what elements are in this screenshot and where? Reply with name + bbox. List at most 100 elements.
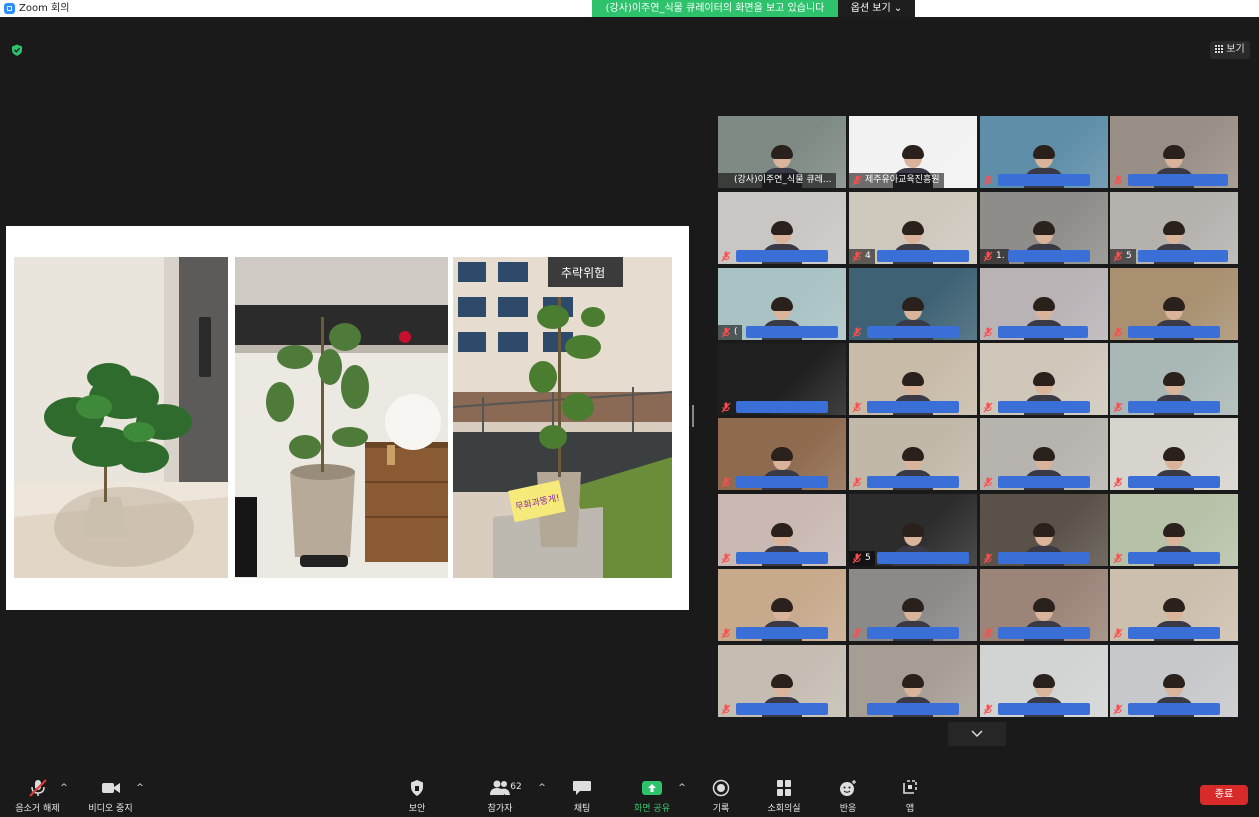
- muted-microphone-icon: [852, 251, 862, 262]
- share-options-caret[interactable]: ^: [678, 783, 686, 793]
- participant-name: (강사)이주연_식물 큐레...: [718, 173, 836, 188]
- muted-microphone-icon: [1113, 704, 1123, 715]
- share-screen-up-arrow-icon: [642, 781, 662, 795]
- muted-microphone-icon: [721, 327, 731, 338]
- participant-tile[interactable]: [718, 192, 846, 264]
- participant-tile[interactable]: 제주유아교육진흥원: [849, 116, 977, 188]
- redacted-name-bar: [867, 703, 959, 715]
- participants-options-caret[interactable]: ^: [538, 783, 546, 793]
- record-button[interactable]: 기록: [701, 771, 741, 817]
- breakout-label: 소회의실: [767, 804, 801, 814]
- participant-name: 제주유아교육진흥원: [849, 173, 944, 188]
- muted-microphone-icon: [983, 704, 993, 715]
- participant-tile[interactable]: [980, 343, 1108, 415]
- share-label: 화면 공유: [634, 804, 670, 814]
- smiley-plus-icon: [840, 780, 856, 796]
- redacted-name-bar: [1128, 627, 1220, 639]
- participant-tile[interactable]: [849, 268, 977, 340]
- participant-tile[interactable]: [718, 494, 846, 566]
- gallery-next-page-button[interactable]: [948, 722, 1006, 746]
- muted-microphone-icon: [1113, 327, 1123, 338]
- chat-button[interactable]: 채팅: [562, 771, 602, 817]
- redacted-name-bar: [1128, 174, 1228, 186]
- security-label: 보안: [408, 804, 426, 814]
- video-options-caret[interactable]: ^: [136, 783, 144, 793]
- panel-resize-handle[interactable]: [692, 405, 694, 427]
- stop-video-button[interactable]: 비디오 중지: [83, 771, 138, 817]
- end-meeting-button[interactable]: 종료: [1200, 785, 1248, 805]
- participant-tile[interactable]: [980, 645, 1108, 717]
- participant-tile[interactable]: [1110, 645, 1238, 717]
- redacted-name-bar: [1128, 326, 1220, 338]
- participant-tile[interactable]: (: [718, 268, 846, 340]
- redacted-name-bar: [877, 552, 969, 564]
- muted-microphone-icon: [1113, 251, 1123, 262]
- participant-tile[interactable]: [980, 418, 1108, 490]
- muted-microphone-icon: [983, 477, 993, 488]
- shield-icon: [411, 780, 423, 796]
- participant-tile[interactable]: [1110, 494, 1238, 566]
- redacted-name-bar: [1128, 703, 1220, 715]
- chevron-down-icon: [971, 730, 983, 738]
- participant-tile[interactable]: 4: [849, 192, 977, 264]
- audio-options-caret[interactable]: ^: [60, 783, 68, 793]
- participant-tile[interactable]: [1110, 569, 1238, 641]
- muted-microphone-icon: [721, 704, 731, 715]
- participant-tile[interactable]: [1110, 418, 1238, 490]
- participant-tile[interactable]: 5: [849, 494, 977, 566]
- apps-button[interactable]: 앱: [890, 771, 930, 817]
- participant-tile[interactable]: [1110, 116, 1238, 188]
- participants-label: 참가자: [487, 804, 513, 814]
- participant-tile[interactable]: 5: [1110, 192, 1238, 264]
- participant-tile[interactable]: [980, 569, 1108, 641]
- participant-tile[interactable]: [1110, 343, 1238, 415]
- participant-tile[interactable]: [718, 645, 846, 717]
- participant-tile[interactable]: [980, 116, 1108, 188]
- redacted-name-bar: [746, 326, 838, 338]
- muted-microphone-icon: [852, 327, 862, 338]
- redacted-name-bar: [736, 703, 828, 715]
- meeting-toolbar: 음소거 해제 ^ 비디오 중지 ^ 보안 참가자 62 ^ 채팅 화면 공유 ^…: [0, 771, 1259, 817]
- muted-microphone-icon: [852, 553, 862, 564]
- video-camera-icon: [101, 783, 120, 793]
- mute-button[interactable]: 음소거 해제: [10, 771, 65, 817]
- participant-gallery: (강사)이주연_식물 큐레... 제주유아교육진흥원 4 1. 5(5: [718, 116, 1238, 718]
- plant-photo-3: 추락위험 무화과뚱게!: [453, 257, 672, 578]
- participant-tile[interactable]: (강사)이주연_식물 큐레...: [718, 116, 846, 188]
- participant-tile[interactable]: [849, 343, 977, 415]
- muted-microphone-icon: [983, 327, 993, 338]
- participant-tile[interactable]: [849, 645, 977, 717]
- muted-microphone-icon: [983, 175, 993, 186]
- participant-tile[interactable]: [1110, 268, 1238, 340]
- redacted-name-bar: [998, 476, 1090, 488]
- redacted-name-bar: [867, 476, 959, 488]
- record-icon: [712, 779, 730, 797]
- mute-label: 음소거 해제: [15, 804, 60, 814]
- participant-tile[interactable]: [718, 418, 846, 490]
- participant-tile[interactable]: [849, 418, 977, 490]
- participant-tile[interactable]: [718, 569, 846, 641]
- muted-microphone-icon: [1113, 628, 1123, 639]
- participant-tile[interactable]: [980, 268, 1108, 340]
- redacted-name-bar: [736, 476, 828, 488]
- participants-button[interactable]: 참가자: [478, 771, 522, 817]
- breakout-rooms-button[interactable]: 소회의실: [760, 771, 808, 817]
- view-options-button[interactable]: 옵션 보기 ⌄: [838, 0, 915, 17]
- participant-tile[interactable]: [718, 343, 846, 415]
- grid-icon: [1215, 45, 1224, 53]
- participant-tile[interactable]: [849, 569, 977, 641]
- plant-photo-1: [14, 257, 228, 578]
- redacted-name-bar: [1128, 552, 1220, 564]
- redacted-name-bar: [867, 326, 959, 338]
- muted-microphone-icon: [983, 553, 993, 564]
- view-layout-button[interactable]: 보기: [1210, 41, 1250, 59]
- participant-tile[interactable]: 1.: [980, 192, 1108, 264]
- breakout-rooms-icon: [777, 780, 791, 796]
- security-button[interactable]: 보안: [397, 771, 437, 817]
- reactions-button[interactable]: 반응: [828, 771, 868, 817]
- share-screen-button[interactable]: 화면 공유: [627, 771, 677, 817]
- participant-tile[interactable]: [980, 494, 1108, 566]
- redacted-name-bar: [1128, 401, 1220, 413]
- muted-microphone-icon: [852, 402, 862, 413]
- redacted-name-bar: [867, 401, 959, 413]
